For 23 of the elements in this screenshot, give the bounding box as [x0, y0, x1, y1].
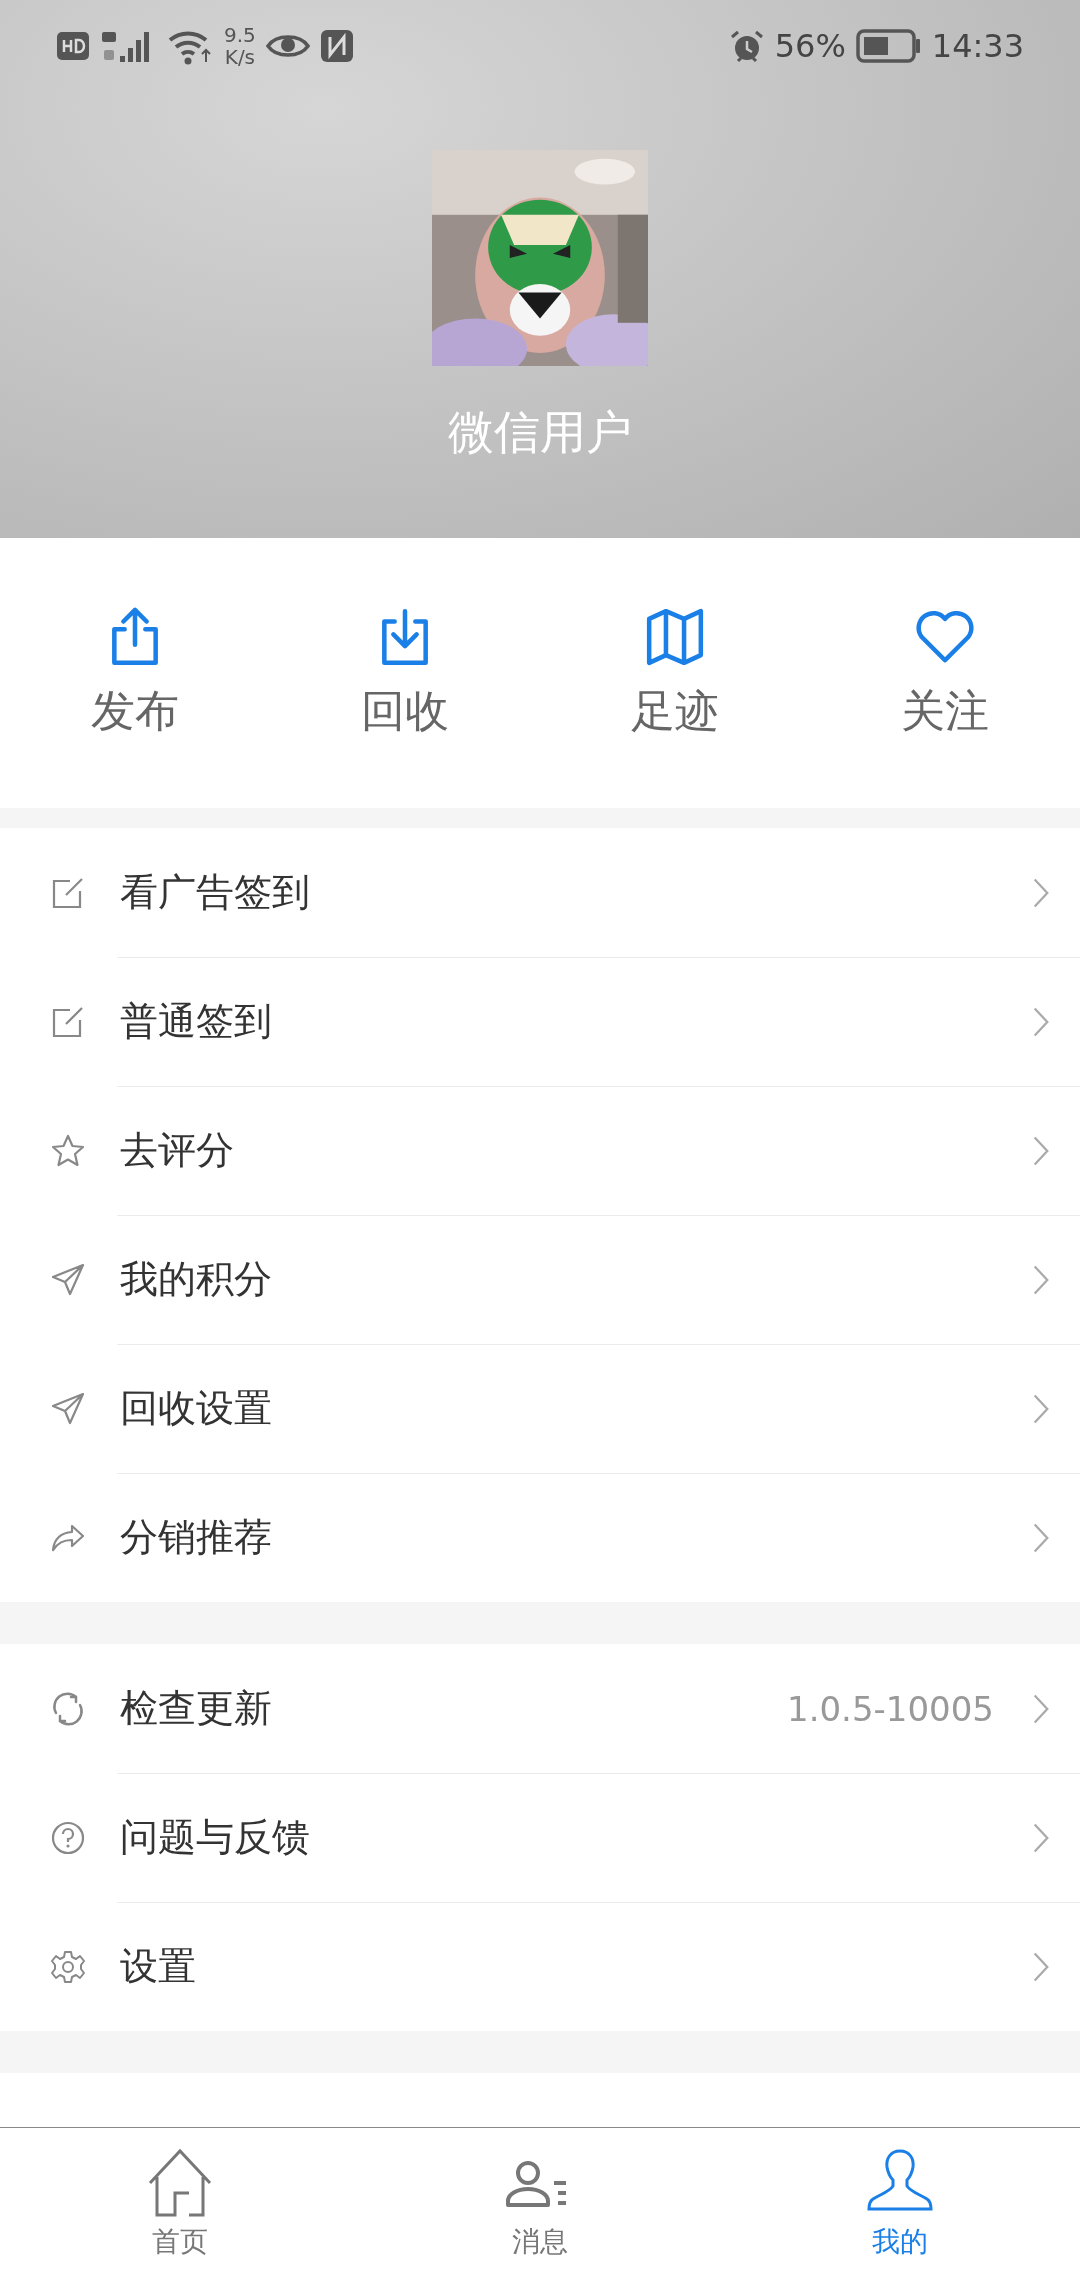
- battery-icon: [855, 29, 922, 63]
- network-speed-value: 9.5: [224, 24, 256, 46]
- hd-icon: [56, 29, 90, 63]
- network-speed-unit: K/s: [224, 46, 256, 68]
- tab[interactable]: 首页: [0, 2128, 360, 2280]
- battery-percent: 56%: [774, 27, 846, 65]
- alarm-icon: [728, 28, 765, 64]
- send-icon: [50, 1390, 86, 1427]
- action-button[interactable]: 关注: [810, 605, 1080, 741]
- user-name: 微信用户: [448, 404, 632, 461]
- clock-time: 14:33: [931, 27, 1024, 65]
- tab[interactable]: 我的: [720, 2128, 1080, 2280]
- nfc-icon: [319, 29, 354, 63]
- star-icon: [50, 1132, 86, 1169]
- settings-icon: [50, 1948, 86, 1985]
- version-number: 1.0.5-10005: [787, 1688, 994, 1729]
- help-icon: [50, 1819, 86, 1856]
- refresh-icon: [50, 1690, 86, 1727]
- tab[interactable]: 消息: [360, 2128, 720, 2280]
- send-icon: [50, 1261, 86, 1298]
- action-button[interactable]: 发布: [0, 605, 270, 741]
- action-button[interactable]: 足迹: [540, 605, 810, 741]
- action-button[interactable]: 回收: [270, 605, 540, 741]
